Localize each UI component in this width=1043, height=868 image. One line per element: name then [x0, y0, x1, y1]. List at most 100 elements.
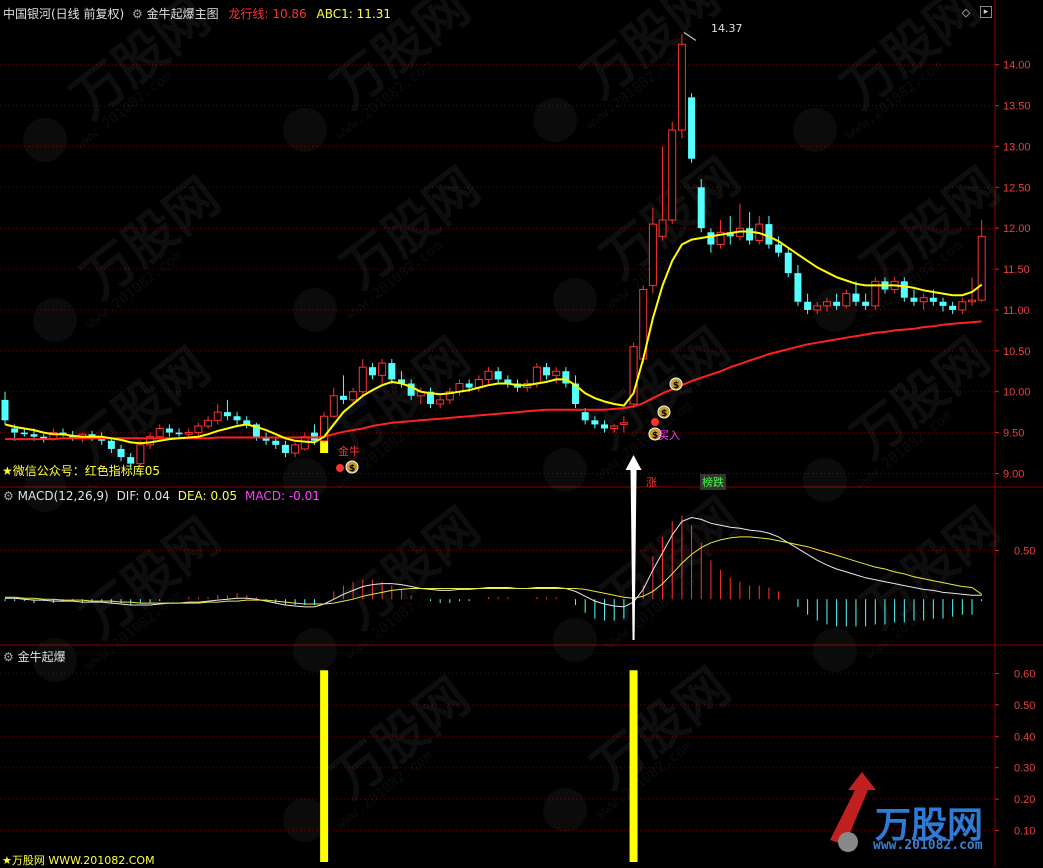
- diamond-icon[interactable]: ◇: [960, 7, 972, 19]
- sub-indicator-name[interactable]: 金牛起爆: [18, 650, 66, 664]
- y-tick-label: 14.00: [1003, 60, 1031, 72]
- footer-url[interactable]: WWW.201082.COM: [48, 854, 154, 867]
- candle-body-down: [368, 367, 376, 376]
- candle-body-down: [591, 420, 599, 425]
- candle-body-down: [465, 383, 473, 388]
- signal-strength-bar: [629, 670, 638, 862]
- candle-body-down: [852, 293, 860, 302]
- watermark-bull-icon: [793, 108, 837, 152]
- candle-body-down: [581, 412, 589, 421]
- money-bag-symbol: $: [673, 381, 679, 391]
- candle-body-down: [281, 444, 289, 454]
- candle-body-up: [532, 366, 541, 385]
- watermark-bull-icon: [293, 628, 337, 672]
- candle-body-down: [272, 440, 280, 445]
- candle-body-up: [194, 425, 203, 434]
- candle-body-down: [929, 297, 937, 302]
- candle-body-down: [601, 424, 609, 429]
- watermark-bull-icon: [803, 458, 847, 502]
- footer-site: ★万股网 WWW.201082.COM: [2, 852, 155, 868]
- candle-body-down: [339, 395, 347, 400]
- gear-icon[interactable]: ⚙: [132, 7, 143, 21]
- macd-name[interactable]: MACD(12,26,9): [18, 489, 109, 503]
- candle-body-down: [494, 371, 502, 380]
- y-tick-label: 0.30: [1014, 763, 1035, 775]
- dif-value: 0.04: [143, 489, 170, 503]
- candle-body-down: [117, 448, 125, 458]
- y-tick-label: 0.20: [1014, 794, 1035, 806]
- candle-body-down: [543, 367, 551, 376]
- y-tick-label: 11.50: [1003, 264, 1030, 276]
- candle-body-down: [223, 412, 231, 417]
- security-title: 中国银河(日线 前复权): [3, 7, 125, 21]
- candle-body-up: [648, 223, 657, 286]
- chart-window: 9.00 9.50 10.00 10.50 11.00 11.50 12.00 12.50 13…: [0, 0, 1043, 867]
- line1-value: 10.86: [272, 7, 307, 21]
- candle-body-down: [765, 224, 773, 245]
- watermark-brand: 万股网: [850, 156, 1010, 300]
- gear-icon[interactable]: ⚙: [3, 650, 14, 664]
- candle-body-down: [388, 363, 396, 380]
- candle-body-up: [610, 425, 619, 429]
- watermark-bull-icon: [813, 628, 857, 672]
- candle-body-down: [20, 432, 28, 435]
- candle-body-up: [842, 293, 851, 307]
- rank-label: 榜跌: [700, 474, 726, 490]
- watermark-layer: 万股网www.201082.com 万股网www.201082.com 万股网www…: [23, 0, 1011, 842]
- y-tick-label: 12.00: [1003, 223, 1031, 235]
- candle-body-down: [910, 297, 918, 302]
- watermark-bull-icon: [543, 448, 587, 492]
- watermark-bull-icon: [553, 618, 597, 662]
- candle-body-down: [233, 416, 241, 421]
- candle-body-down: [949, 305, 957, 310]
- money-bag-symbol: $: [349, 464, 355, 474]
- watermark-bull-icon: [23, 118, 67, 162]
- y-tick-label: 9.50: [1003, 428, 1024, 440]
- candle-body-down: [697, 187, 705, 229]
- line2-value: 11.31: [356, 7, 391, 21]
- candle-body-down: [165, 428, 173, 433]
- candle-body-up: [291, 444, 300, 454]
- candle-body-up: [436, 399, 445, 405]
- indicator-name[interactable]: 金牛起爆主图: [147, 7, 219, 21]
- candle-body-up: [677, 43, 686, 131]
- candle-body-up: [484, 370, 493, 380]
- y-tick-label: 10.50: [1003, 346, 1031, 358]
- candle-body-up: [668, 129, 677, 221]
- signal-dot-icon: [651, 418, 659, 426]
- sub-header: ⚙ 金牛起爆: [3, 648, 66, 665]
- watermark-brand: 万股网: [570, 0, 730, 110]
- watermark-brand: 万股网: [330, 496, 490, 640]
- candle-body-up: [136, 444, 145, 465]
- main-header: 中国银河(日线 前复权) ⚙ 金牛起爆主图 龙行线: 10.86 ABC1: 1…: [3, 5, 391, 22]
- watermark-brand: 万股网: [330, 156, 490, 300]
- candle-body-up: [822, 301, 831, 307]
- candle-body-down: [98, 439, 106, 441]
- candle-body-up: [658, 219, 667, 237]
- watermark-brand: 万股网: [320, 666, 480, 810]
- watermark-bull-icon: [553, 278, 597, 322]
- buy-label: 买入: [658, 429, 680, 442]
- candle-body-down: [833, 301, 841, 306]
- dif-label: DIF:: [116, 489, 140, 503]
- expand-icon[interactable]: ▸: [980, 6, 992, 18]
- candle-body-up: [329, 395, 338, 417]
- chart-canvas: 9.00 9.50 10.00 10.50 11.00 11.50 12.00 12.50 13…: [0, 0, 1043, 867]
- candle-body-up: [619, 422, 628, 425]
- line2-label: ABC1:: [316, 7, 353, 21]
- watermark-bull-icon: [283, 108, 327, 152]
- candle-body-up: [378, 362, 387, 376]
- candle-body-up: [552, 370, 561, 376]
- watermark-bull-icon: [33, 298, 77, 342]
- candle-body-down: [900, 281, 908, 298]
- candle-body-down: [862, 301, 870, 306]
- y-tick-label: 13.00: [1003, 141, 1031, 153]
- gear-icon[interactable]: ⚙: [3, 489, 14, 503]
- up-label: 涨: [646, 476, 657, 489]
- candle-body-down: [939, 301, 947, 306]
- candle-body-down: [775, 244, 783, 253]
- dea-label: DEA:: [177, 489, 207, 503]
- candle-body-up: [958, 301, 967, 311]
- watermark-bull-icon: [533, 98, 577, 142]
- watermark-brand: 万股网: [850, 496, 1010, 640]
